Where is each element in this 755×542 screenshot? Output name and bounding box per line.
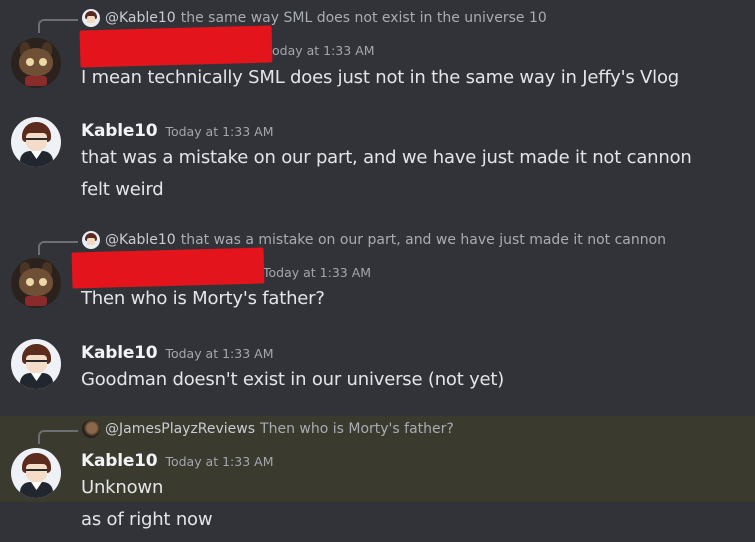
reply-preview[interactable]: @Kable10 the same way SML does not exist… <box>82 9 547 27</box>
reply-avatar <box>82 231 100 249</box>
message-text: felt weird <box>81 179 164 200</box>
message-author[interactable]: Kable10 <box>81 121 158 141</box>
message-text: as of right now <box>81 509 213 530</box>
user-avatar[interactable] <box>11 448 61 498</box>
reply-author[interactable]: @JamesPlayzReviews <box>105 420 255 438</box>
reply-text: the same way SML does not exist in the u… <box>180 10 547 26</box>
message-timestamp: Today at 1:33 AM <box>263 265 372 280</box>
message-author[interactable]: Kable10 <box>81 451 158 471</box>
message-text: Then who is Morty's father? <box>81 288 325 309</box>
message-text: that was a mistake on our part, and we h… <box>81 147 692 168</box>
user-avatar[interactable] <box>11 339 61 389</box>
reply-preview[interactable]: @JamesPlayzReviews Then who is Morty's f… <box>82 420 454 438</box>
message-author[interactable]: Kable10 <box>81 343 158 363</box>
reply-author[interactable]: @Kable10 <box>105 231 176 249</box>
reply-text: Then who is Morty's father? <box>260 421 454 437</box>
reply-text: that was a mistake on our part, and we h… <box>180 232 667 248</box>
message-header: Kable10 Today at 1:33 AM <box>81 451 273 471</box>
message-text: Goodman doesn't exist in our universe (n… <box>81 369 505 390</box>
reply-preview[interactable]: @Kable10 that was a mistake on our part,… <box>82 231 666 249</box>
user-avatar[interactable] <box>11 117 61 167</box>
message-text: Unknown <box>81 477 164 498</box>
message-header: Kable10 Today at 1:33 AM <box>81 121 273 141</box>
message-timestamp: Today at 1:33 AM <box>165 124 274 139</box>
message-timestamp: Today at 1:33 AM <box>165 454 274 469</box>
user-avatar[interactable] <box>11 258 61 308</box>
chat-messages: @Kable10 the same way SML does not exist… <box>0 0 755 542</box>
reply-connector <box>38 19 78 33</box>
redacted-username <box>71 247 265 289</box>
message-header: Kable10 Today at 1:33 AM <box>81 343 273 363</box>
reply-avatar <box>82 420 100 438</box>
message-text: I mean technically SML does just not in … <box>81 67 680 88</box>
reply-connector <box>38 430 78 444</box>
reply-avatar <box>82 9 100 27</box>
user-avatar[interactable] <box>11 38 61 88</box>
message-timestamp: Today at 1:33 AM <box>165 346 274 361</box>
reply-author[interactable]: @Kable10 <box>105 9 176 27</box>
redacted-username <box>79 25 273 68</box>
message-timestamp: oday at 1:33 AM <box>272 43 375 58</box>
